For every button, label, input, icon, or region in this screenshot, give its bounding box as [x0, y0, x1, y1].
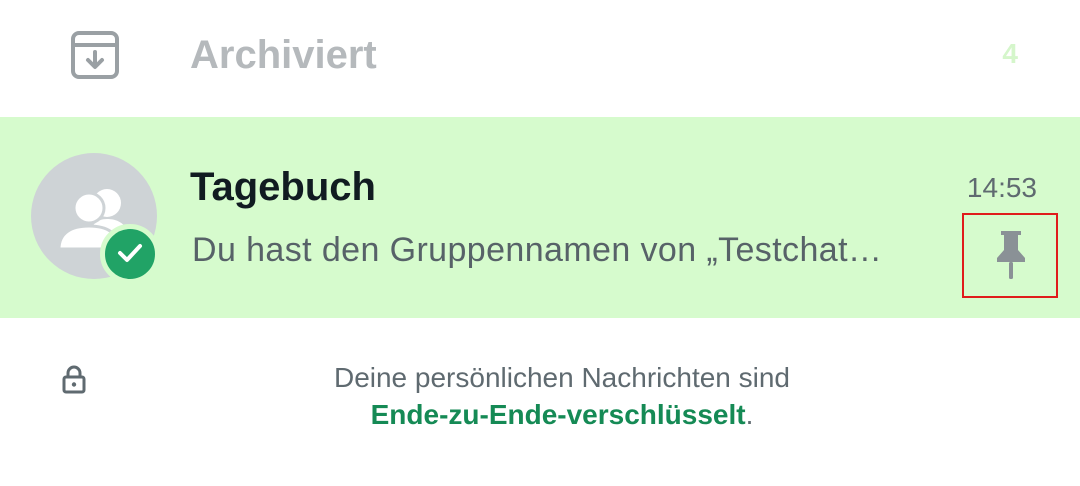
encryption-notice-text: Deine persönlichen Nachrichten sind	[333, 362, 791, 393]
encryption-notice-line2: Ende-zu-Ende-verschlüsselt.	[0, 397, 1080, 433]
chat-title: Tagebuch	[190, 165, 376, 209]
pin-icon	[997, 231, 1025, 279]
chat-timestamp: 14:53	[966, 172, 1037, 203]
encryption-notice[interactable]: Deine persönlichen Nachrichten sind Ende…	[0, 355, 1080, 445]
encryption-link[interactable]: Ende-zu-Ende-verschlüsselt	[371, 399, 746, 430]
check-icon	[118, 244, 142, 262]
archived-label: Archiviert	[190, 33, 377, 77]
archive-icon	[70, 30, 120, 80]
encryption-notice-suffix: .	[745, 399, 754, 430]
chat-preview: Du hast den Gruppennamen von „Testchat…	[192, 231, 883, 269]
selected-check-badge	[100, 224, 160, 284]
chat-row-tagebuch[interactable]: Tagebuch 14:53 Du hast den Gruppennamen …	[0, 117, 1080, 318]
pinned-indicator	[962, 213, 1058, 298]
chat-list-screen: Archiviert 4 Tagebuch 14:53 Du hast den …	[0, 0, 1080, 486]
archived-count-badge: 4	[1002, 38, 1018, 69]
archived-row[interactable]: Archiviert 4	[0, 0, 1080, 116]
